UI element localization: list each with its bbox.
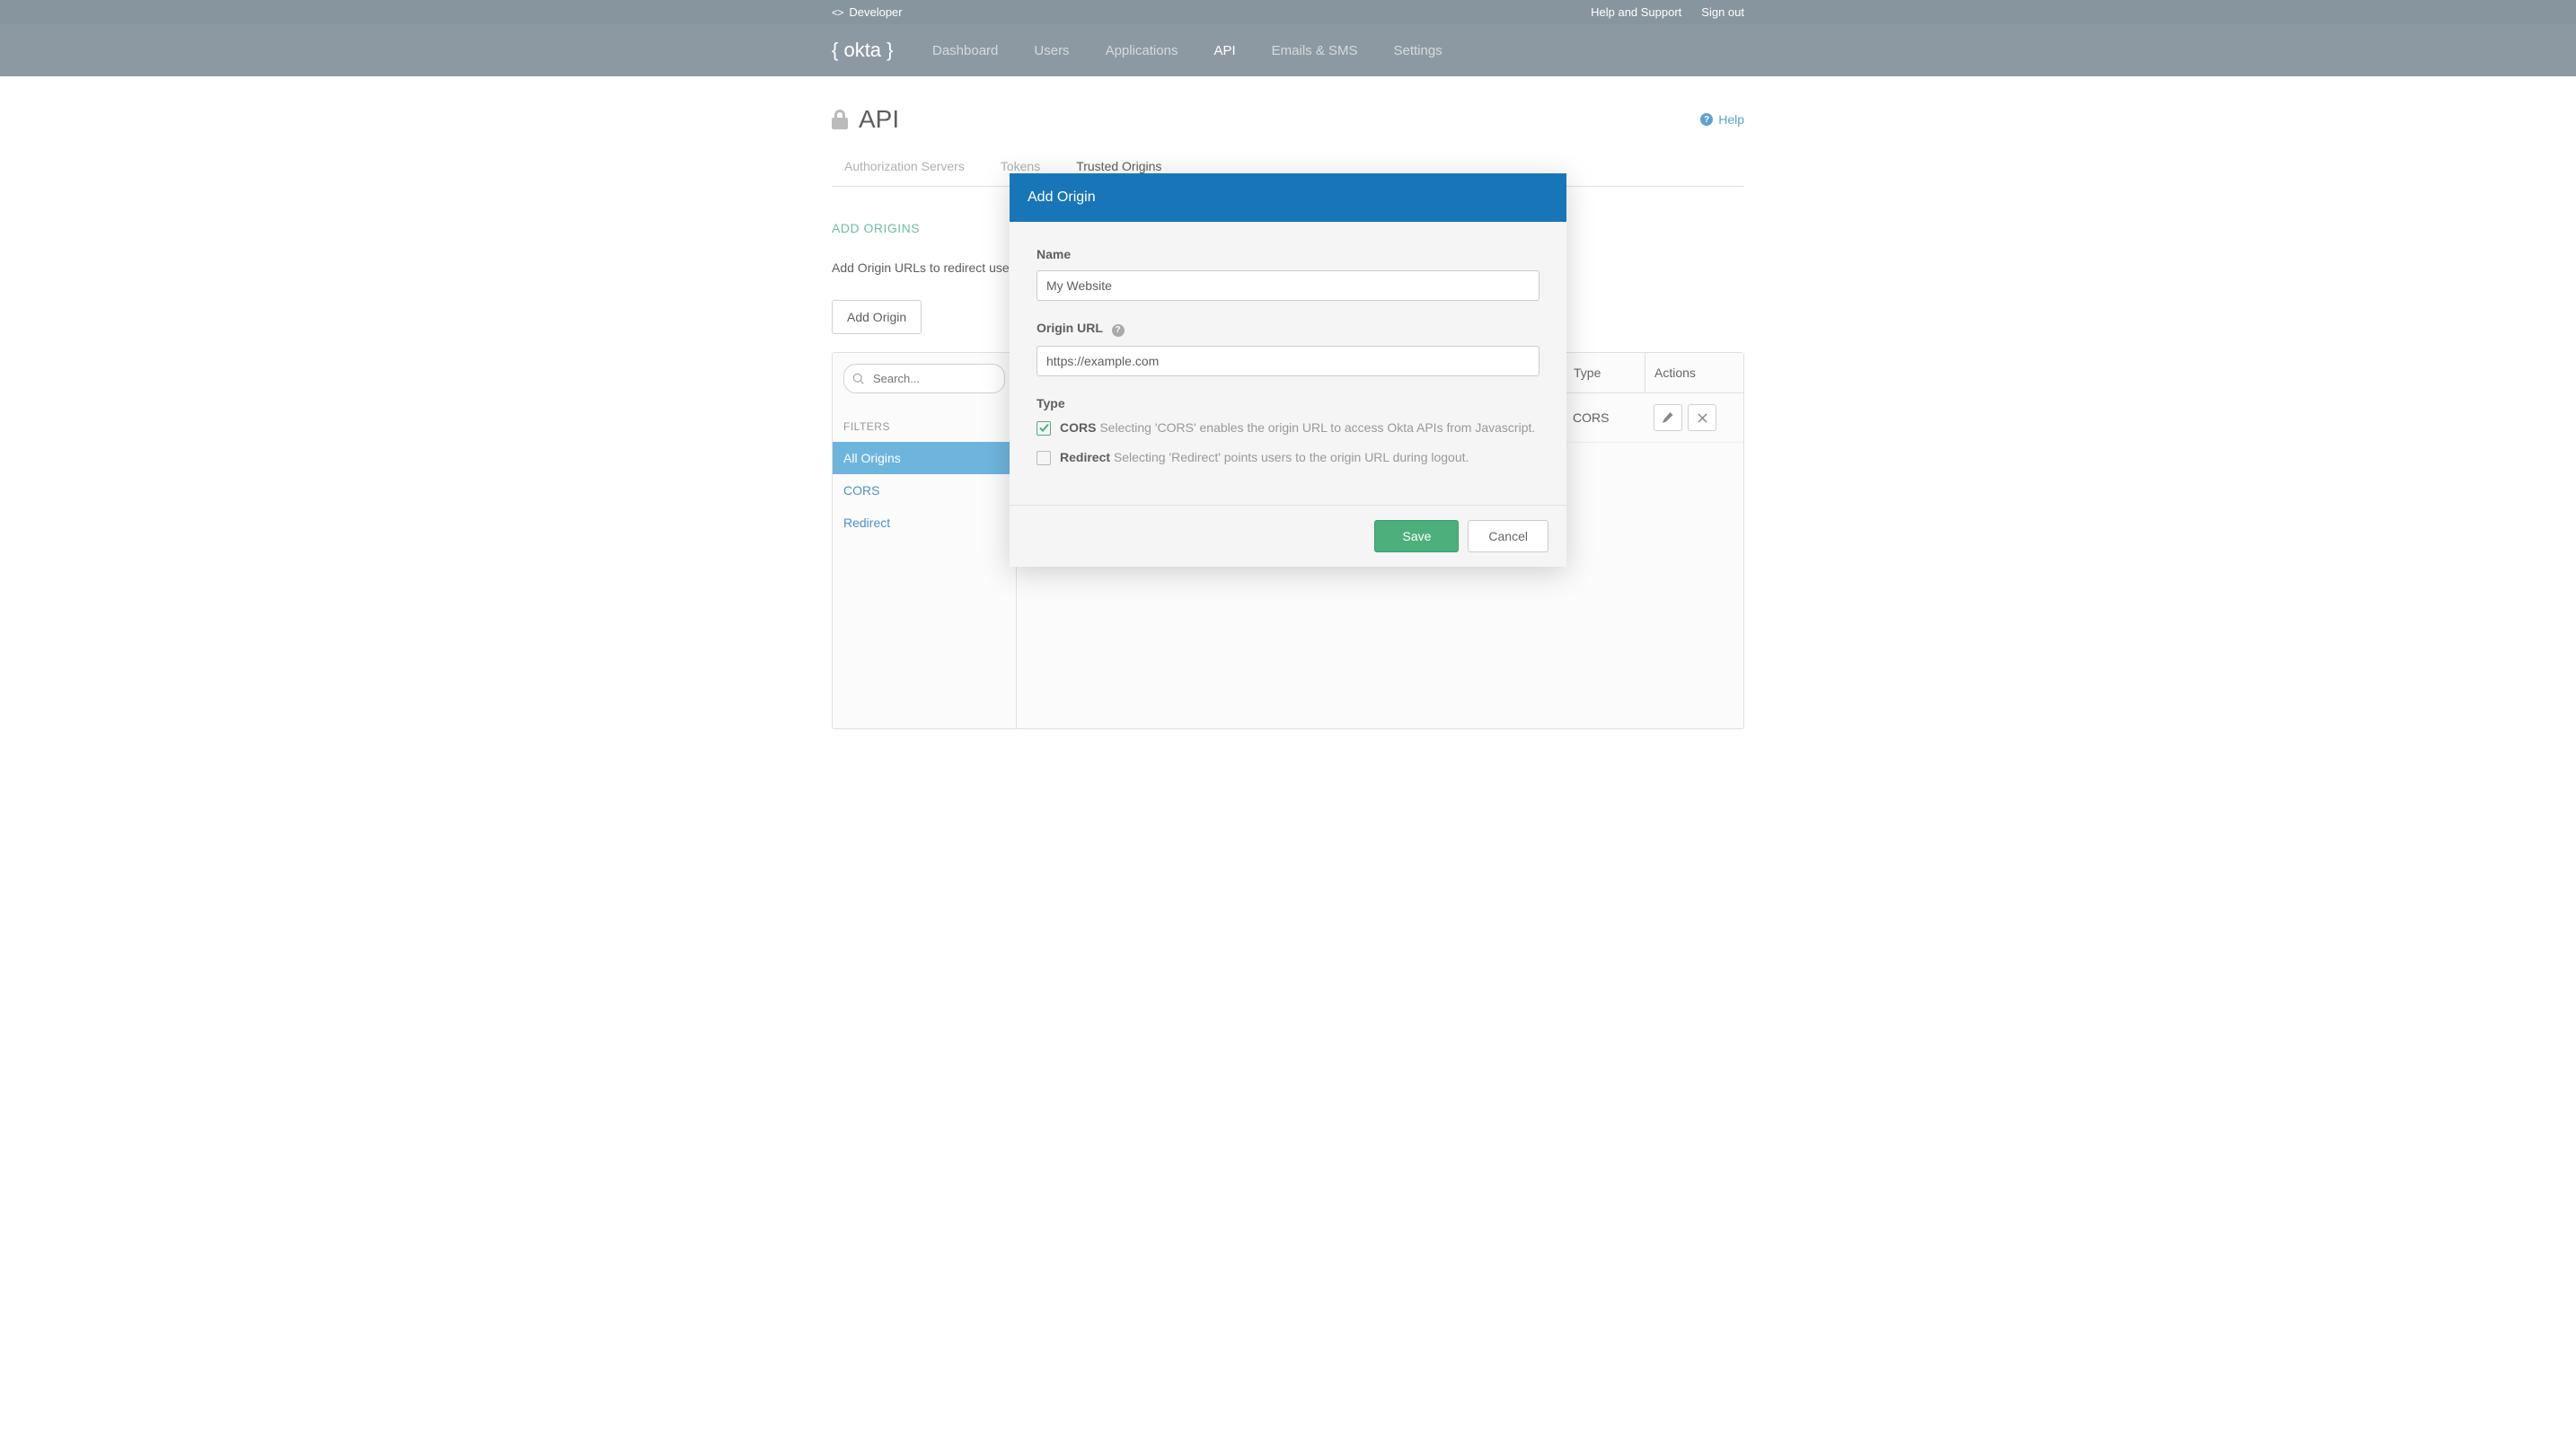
origin-url-label: Origin URL ?	[1037, 321, 1539, 337]
topbar: < > Developer Help and Support Sign out	[0, 0, 2576, 24]
tab-auth-servers[interactable]: Authorization Servers	[844, 159, 965, 186]
filter-cors[interactable]: CORS	[833, 474, 1016, 507]
search-input[interactable]	[843, 364, 1005, 393]
cell-type: CORS	[1564, 400, 1645, 436]
name-label: Name	[1037, 247, 1539, 261]
cancel-button[interactable]: Cancel	[1468, 520, 1548, 552]
cors-checkbox[interactable]	[1037, 421, 1051, 436]
filter-redirect[interactable]: Redirect	[833, 507, 1016, 539]
help-link[interactable]: ? Help	[1700, 112, 1744, 127]
search-icon	[852, 373, 865, 385]
save-button[interactable]: Save	[1374, 520, 1459, 552]
origin-url-input[interactable]	[1037, 346, 1539, 376]
filter-sidebar: FILTERS All Origins CORS Redirect	[833, 353, 1017, 728]
nav-settings[interactable]: Settings	[1394, 43, 1442, 58]
nav-api[interactable]: API	[1213, 43, 1235, 58]
code-icon: < >	[832, 6, 842, 19]
name-input[interactable]	[1037, 270, 1539, 301]
nav-emails-sms[interactable]: Emails & SMS	[1272, 43, 1358, 58]
developer-label: Developer	[849, 5, 902, 19]
redirect-checkbox[interactable]	[1037, 451, 1051, 465]
add-origin-button[interactable]: Add Origin	[832, 300, 922, 334]
okta-logo: { okta }	[832, 39, 896, 62]
navbar: { okta } Dashboard Users Applications AP…	[0, 24, 2576, 76]
cors-description: Selecting 'CORS' enables the origin URL …	[1099, 420, 1535, 435]
page-title: API	[859, 105, 899, 134]
cors-label: CORS	[1060, 420, 1096, 435]
lock-icon	[832, 110, 848, 129]
type-label: Type	[1037, 396, 1539, 410]
nav-dashboard[interactable]: Dashboard	[932, 43, 998, 58]
nav-links: Dashboard Users Applications API Emails …	[932, 43, 1442, 58]
modal-title: Add Origin	[1010, 173, 1566, 222]
column-actions: Actions	[1645, 353, 1743, 392]
help-icon: ?	[1700, 113, 1713, 126]
filter-all-origins[interactable]: All Origins	[833, 442, 1016, 474]
column-type: Type	[1564, 353, 1645, 392]
redirect-description: Selecting 'Redirect' points users to the…	[1114, 450, 1469, 464]
check-icon	[1039, 423, 1049, 433]
edit-button[interactable]	[1654, 404, 1682, 431]
svg-text:{ okta }: { okta }	[832, 39, 894, 61]
help-dot-icon[interactable]: ?	[1112, 324, 1125, 337]
sign-out-link[interactable]: Sign out	[1701, 5, 1744, 19]
delete-button[interactable]	[1688, 404, 1716, 431]
filters-label: FILTERS	[833, 404, 1016, 442]
add-origin-modal: Add Origin Name Origin URL ? Type CORS S…	[1010, 173, 1566, 567]
developer-badge: < > Developer	[832, 5, 903, 19]
close-icon	[1698, 413, 1707, 423]
nav-users[interactable]: Users	[1034, 43, 1069, 58]
redirect-label: Redirect	[1060, 450, 1110, 464]
help-support-link[interactable]: Help and Support	[1591, 5, 1681, 19]
nav-applications[interactable]: Applications	[1106, 43, 1178, 58]
pencil-icon	[1663, 412, 1673, 423]
